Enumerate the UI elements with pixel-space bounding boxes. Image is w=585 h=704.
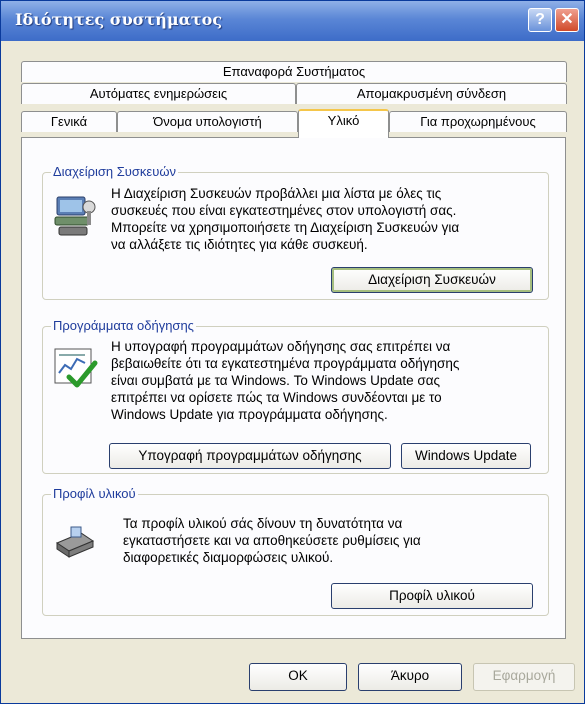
help-button[interactable]: ? <box>528 8 552 32</box>
description-line: συσκευές που είναι εγκατεστημένες στον υ… <box>111 203 457 218</box>
tab-general[interactable]: Γενικά <box>21 111 117 132</box>
hardware-profiles-button[interactable]: Προφίλ υλικού <box>331 583 533 609</box>
description-line: Μπορείτε να χρησιμοποιήσετε τη Διαχείρισ… <box>111 220 460 235</box>
driver-signing-button[interactable]: Υπογραφή προγραμμάτων οδήγησης <box>109 443 391 469</box>
drivers-group: Προγράμματα οδήγησης Η υπογραφή προγραμμ… <box>42 318 549 474</box>
title-bar[interactable]: Ιδιότητες συστήματος ? ✕ <box>1 1 584 41</box>
hardware-profiles-legend: Προφίλ υλικού <box>51 486 138 501</box>
description-line: Windows Update για προγράμματα οδήγησης. <box>111 407 388 422</box>
close-button[interactable]: ✕ <box>555 8 579 32</box>
driver-signing-icon <box>54 348 98 388</box>
device-manager-group: Διαχείριση Συσκευών Η Διαχείριση Συσκευώ… <box>42 164 549 300</box>
description-line: διαφορετικές διαμορφώσεις υλικού. <box>123 550 334 565</box>
system-properties-dialog: Ιδιότητες συστήματος ? ✕ Επαναφορά Συστή… <box>0 0 585 704</box>
hardware-tab-panel: Διαχείριση Συσκευών Η Διαχείριση Συσκευώ… <box>21 137 566 639</box>
description-line: επιτρέπει να ορίσετε πώς τα Windows συνδ… <box>111 390 442 405</box>
description-line: είναι συμβατά με τα Windows. Το Windows … <box>111 373 441 388</box>
description-line: Τα προφίλ υλικού σάς δίνουν τη δυνατότητ… <box>123 516 403 531</box>
drivers-legend: Προγράμματα οδήγησης <box>51 318 196 333</box>
device-manager-legend: Διαχείριση Συσκευών <box>51 164 178 179</box>
description-line: βεβαιωθείτε ότι τα εγκατεστημένα προγράμ… <box>111 356 460 371</box>
device-manager-description: Η Διαχείριση Συσκευών προβάλλει μια λίστ… <box>111 185 459 253</box>
drivers-description: Η υπογραφή προγραμμάτων οδήγησης σας επι… <box>111 338 459 423</box>
window-title: Ιδιότητες συστήματος <box>15 10 223 29</box>
hardware-profile-icon <box>55 526 95 558</box>
description-line: Η Διαχείριση Συσκευών προβάλλει μια λίστ… <box>111 186 442 201</box>
device-manager-button[interactable]: Διαχείριση Συσκευών <box>331 267 533 293</box>
device-manager-icon <box>54 196 96 236</box>
hardware-profiles-description: Τα προφίλ υλικού σάς δίνουν τη δυνατότητ… <box>123 515 421 566</box>
tab-system-restore[interactable]: Επαναφορά Συστήματος <box>21 61 567 82</box>
ok-button[interactable]: OK <box>249 663 347 691</box>
hardware-profiles-group: Προφίλ υλικού Τα προφίλ υλικού σάς δίνου… <box>42 486 549 616</box>
tab-hardware[interactable]: Υλικό <box>298 109 389 138</box>
description-line: Η υπογραφή προγραμμάτων οδήγησης σας επι… <box>111 339 451 354</box>
tab-advanced[interactable]: Για προχωρημένους <box>389 111 567 132</box>
windows-update-button[interactable]: Windows Update <box>401 443 531 469</box>
tab-computer-name[interactable]: Όνομα υπολογιστή <box>117 111 298 132</box>
description-line: να αλλάξετε τις ιδιότητες για κάθε συσκε… <box>111 237 368 252</box>
tab-automatic-updates[interactable]: Αυτόματες ενημερώσεις <box>21 83 296 104</box>
cancel-button[interactable]: Άκυρο <box>358 663 462 691</box>
apply-button[interactable]: Εφαρμογή <box>473 663 575 691</box>
description-line: εγκαταστήσετε και να αποθηκεύσετε ρυθμίσ… <box>123 533 421 548</box>
tab-remote-connection[interactable]: Απομακρυσμένη σύνδεση <box>296 83 567 104</box>
